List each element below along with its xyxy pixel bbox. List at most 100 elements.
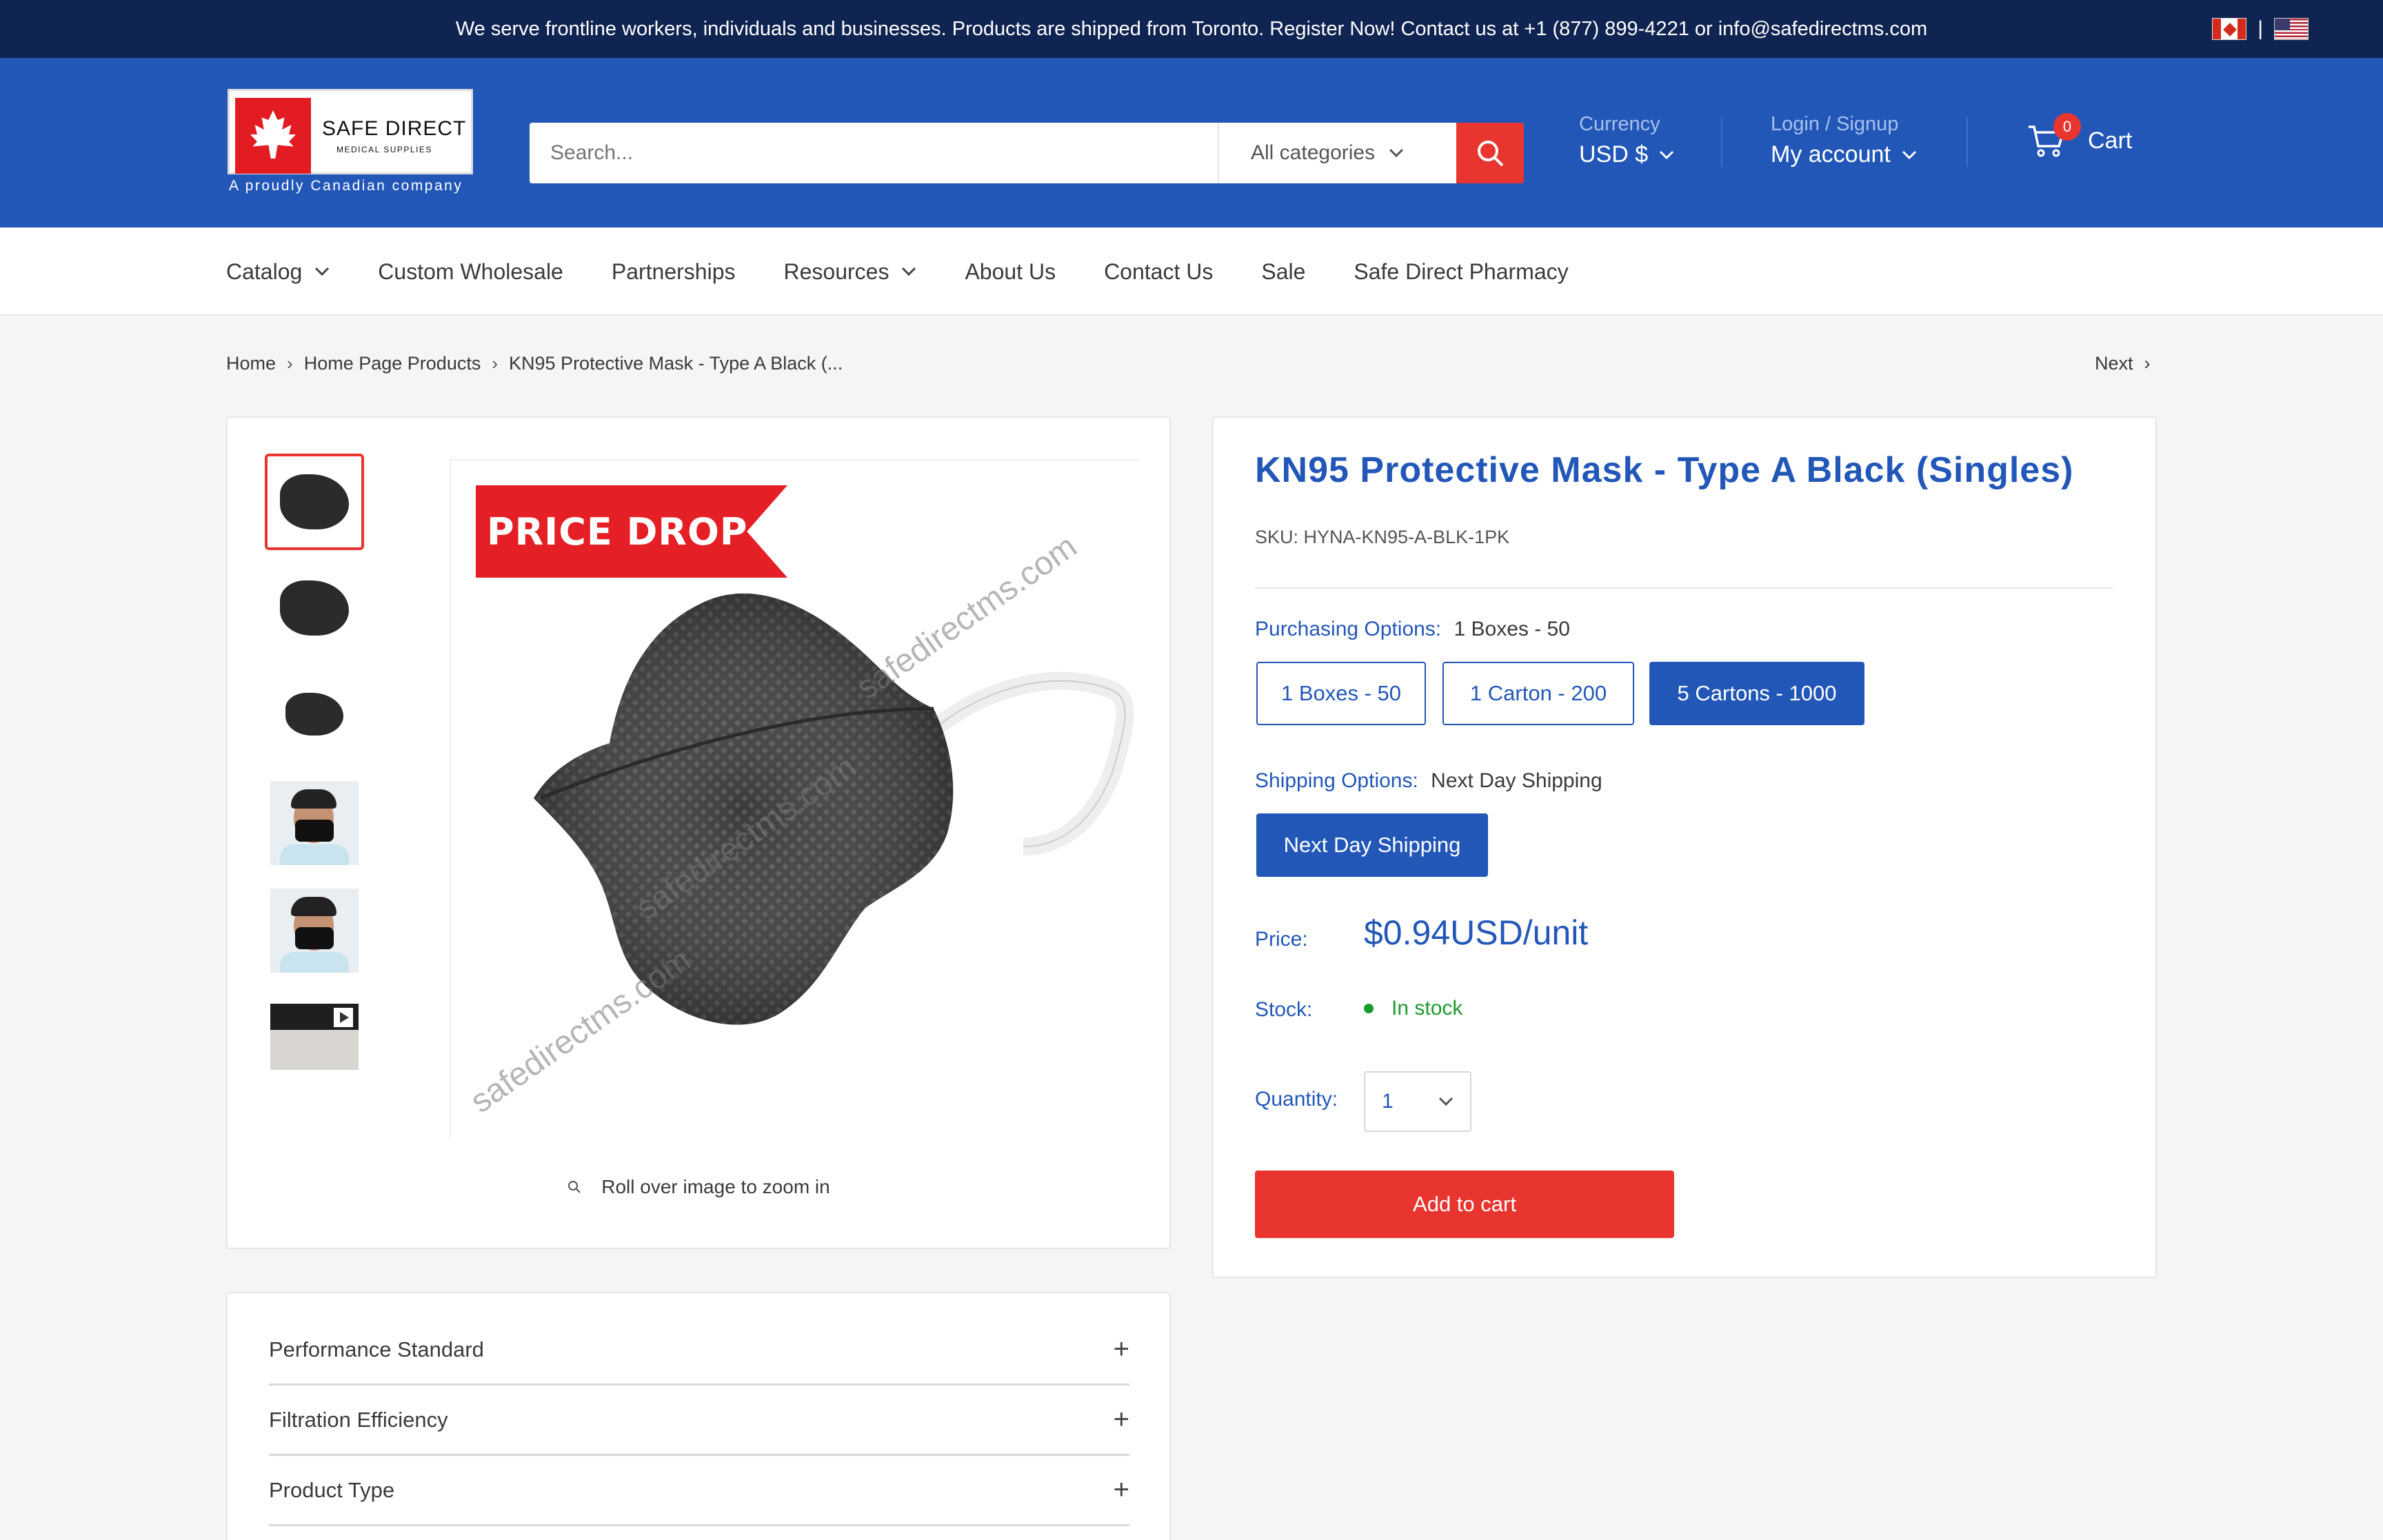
thumbnail-2[interactable] xyxy=(265,560,364,656)
main-navigation: Catalog Custom Wholesale Partnerships Re… xyxy=(0,227,2383,316)
option-1-box[interactable]: 1 Boxes - 50 xyxy=(1256,662,1426,725)
chevron-right-icon: › xyxy=(2144,353,2151,374)
model-thumbnail-image xyxy=(270,781,359,865)
next-label: Next xyxy=(2095,353,2133,374)
model-thumbnail-image xyxy=(270,889,359,973)
nav-item-label: Safe Direct Pharmacy xyxy=(1354,259,1569,284)
search-bar: All categories xyxy=(530,123,1524,183)
nav-item-partnerships[interactable]: Partnerships xyxy=(612,259,736,285)
chevron-down-icon xyxy=(902,267,916,276)
product-sku: SKU: HYNA-KN95-A-BLK-1PK xyxy=(1255,527,1510,547)
search-input[interactable] xyxy=(530,123,1218,183)
breadcrumb: Home › Home Page Products › KN95 Protect… xyxy=(226,353,843,374)
login-signup-link[interactable]: Login / Signup xyxy=(1771,113,1917,136)
main-product-image[interactable]: PRICE DROP safedirectms.com safedirectms… xyxy=(450,459,1139,1139)
cart-count-badge: 0 xyxy=(2053,113,2081,141)
stock-status: In stock xyxy=(1364,997,1462,1020)
purchasing-options-value: 1 Boxes - 50 xyxy=(1454,618,1570,640)
play-icon xyxy=(334,1008,353,1027)
thumbnail-5[interactable] xyxy=(265,882,364,979)
zoom-hint-text: Roll over image to zoom in xyxy=(601,1176,830,1197)
chevron-right-icon: › xyxy=(287,353,293,374)
thumbnail-3[interactable] xyxy=(265,666,364,762)
stock-label: Stock: xyxy=(1255,998,1313,1021)
header-divider xyxy=(1967,117,1968,167)
accordion-performance-standard[interactable]: Performance Standard + xyxy=(269,1315,1129,1386)
nav-item-label: About Us xyxy=(965,259,1056,284)
header-divider xyxy=(1721,117,1722,167)
next-product-link[interactable]: Next › xyxy=(2095,353,2151,374)
divider xyxy=(1255,587,2113,589)
nav-item-label: Custom Wholesale xyxy=(378,259,563,284)
price-label: Price: xyxy=(1255,928,1308,951)
chevron-down-icon xyxy=(1660,150,1674,159)
mask-thumbnail-image xyxy=(285,693,343,736)
nav-item-label: Partnerships xyxy=(611,259,736,284)
cart-icon: 0 xyxy=(2027,113,2081,159)
nav-item-safe-direct-pharmacy[interactable]: Safe Direct Pharmacy xyxy=(1354,259,1568,285)
nav-item-label: Contact Us xyxy=(1104,259,1214,284)
product-gallery: PRICE DROP safedirectms.com safedirectms… xyxy=(226,416,1171,1249)
breadcrumb-collection[interactable]: Home Page Products xyxy=(304,353,481,374)
logo-brand-sub: MEDICAL SUPPLIES xyxy=(336,145,432,154)
option-5-cartons[interactable]: 5 Cartons - 1000 xyxy=(1649,662,1864,725)
nav-item-label: Catalog xyxy=(226,259,303,284)
canada-flag-icon[interactable] xyxy=(2212,18,2247,40)
cart-label: Cart xyxy=(2088,127,2133,154)
accordion-label: Performance Standard xyxy=(269,1337,484,1361)
chevron-down-icon xyxy=(1902,150,1916,159)
purchasing-options-key: Purchasing Options: xyxy=(1255,618,1442,640)
accordion-product-type[interactable]: Product Type + xyxy=(269,1456,1129,1526)
account-menu[interactable]: Login / Signup My account xyxy=(1771,113,1917,168)
in-stock-dot-icon xyxy=(1364,1004,1374,1013)
chevron-right-icon: › xyxy=(492,353,499,374)
breadcrumb-home[interactable]: Home xyxy=(226,353,276,374)
nav-item-catalog[interactable]: Catalog xyxy=(226,259,330,285)
nav-item-label: Resources xyxy=(783,259,889,284)
search-button[interactable] xyxy=(1456,123,1524,183)
category-select-label: All categories xyxy=(1251,141,1376,164)
search-icon xyxy=(1478,141,1504,167)
site-logo[interactable]: SAFE DIRECT MEDICAL SUPPLIES xyxy=(228,89,473,174)
thumbnail-4[interactable] xyxy=(265,775,364,871)
nav-item-sale[interactable]: Sale xyxy=(1261,259,1305,285)
thumbnail-video[interactable] xyxy=(265,989,364,1085)
announcement-bar: We serve frontline workers, individuals … xyxy=(0,0,2383,58)
my-account-label: My account xyxy=(1771,141,1891,168)
category-select[interactable]: All categories xyxy=(1218,123,1456,183)
accordion-label: Product Type xyxy=(269,1477,395,1502)
option-1-carton[interactable]: 1 Carton - 200 xyxy=(1442,662,1634,725)
thumbnail-1[interactable] xyxy=(265,454,364,550)
logo-brand: SAFE DIRECT xyxy=(322,117,467,140)
nav-item-contact-us[interactable]: Contact Us xyxy=(1104,259,1213,285)
option-next-day-shipping[interactable]: Next Day Shipping xyxy=(1256,813,1488,877)
video-thumbnail-image xyxy=(270,1004,359,1070)
zoom-icon xyxy=(568,1181,581,1193)
currency-selector[interactable]: Currency USD $ xyxy=(1579,113,1674,168)
nav-item-resources[interactable]: Resources xyxy=(783,259,916,285)
mask-thumbnail-image xyxy=(280,474,349,529)
nav-item-custom-wholesale[interactable]: Custom Wholesale xyxy=(378,259,563,285)
quantity-select[interactable]: 1 xyxy=(1364,1071,1471,1132)
plus-icon: + xyxy=(1113,1404,1129,1435)
chevron-down-icon xyxy=(1389,148,1404,158)
quantity-label: Quantity: xyxy=(1255,1088,1338,1111)
product-details-accordion: Performance Standard + Filtration Effici… xyxy=(226,1292,1171,1540)
accordion-filtration-efficiency[interactable]: Filtration Efficiency + xyxy=(269,1386,1129,1456)
us-flag-icon[interactable] xyxy=(2274,18,2309,40)
logo-tagline: A proudly Canadian company xyxy=(229,178,463,194)
shipping-options-label: Shipping Options: Next Day Shipping xyxy=(1255,769,1602,793)
plus-icon: + xyxy=(1113,1334,1129,1364)
maple-leaf-icon xyxy=(235,98,311,174)
flag-separator: | xyxy=(2258,17,2263,40)
add-to-cart-button[interactable]: Add to cart xyxy=(1255,1171,1674,1238)
product-title: KN95 Protective Mask - Type A Black (Sin… xyxy=(1255,450,2074,490)
nav-item-about-us[interactable]: About Us xyxy=(965,259,1056,285)
quantity-value: 1 xyxy=(1382,1090,1394,1113)
cart-link[interactable]: 0 Cart xyxy=(2027,113,2133,159)
language-flags: | xyxy=(2212,0,2309,58)
accordion-label: Filtration Efficiency xyxy=(269,1407,448,1432)
chevron-down-icon xyxy=(1438,1097,1454,1106)
product-price: $0.94USD/unit xyxy=(1364,913,1589,952)
nav-item-label: Sale xyxy=(1261,259,1306,284)
